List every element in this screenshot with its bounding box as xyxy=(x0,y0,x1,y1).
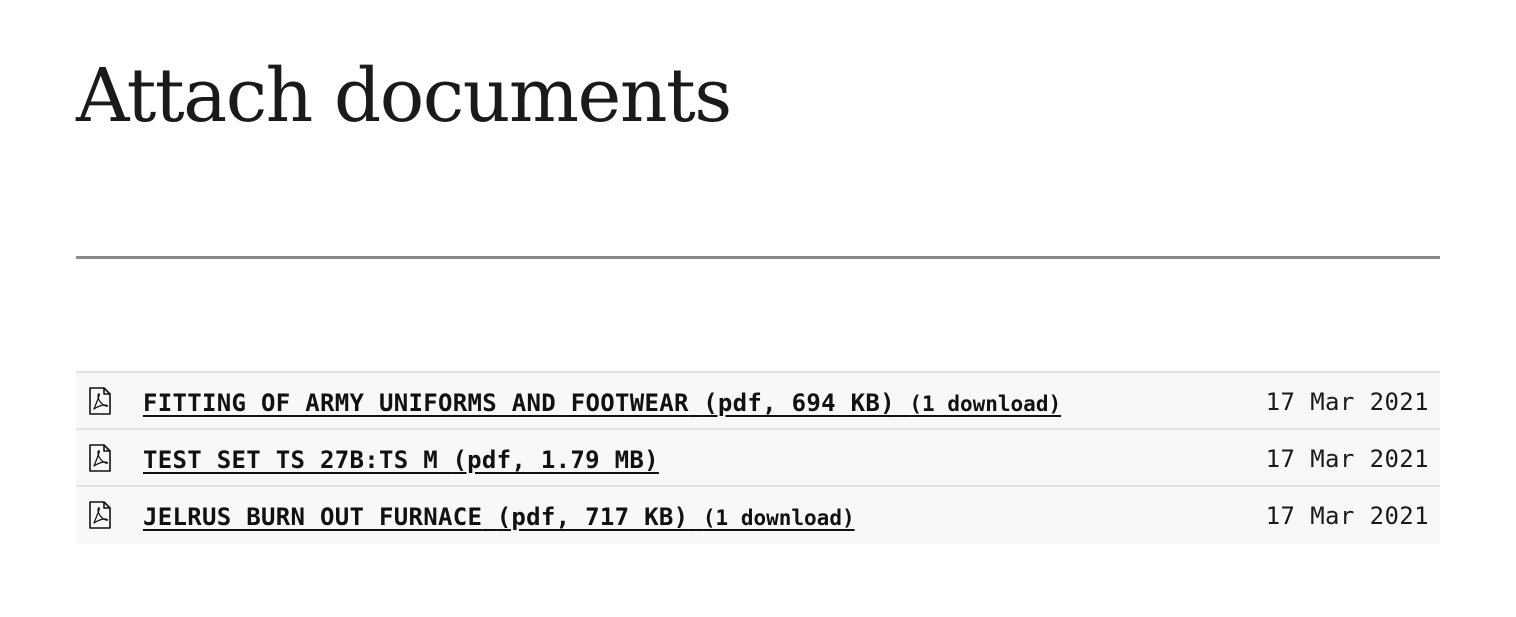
document-link[interactable]: TEST SET TS 27B:TS M (pdf, 1.79 MB) xyxy=(143,445,659,475)
document-meta: (pdf, 694 KB) xyxy=(703,389,895,417)
document-row: JELRUS BURN OUT FURNACE (pdf, 717 KB) (1… xyxy=(76,487,1440,544)
pdf-file-icon xyxy=(88,387,112,415)
pdf-file-icon xyxy=(88,501,112,529)
attach-documents-page: Attach documents FITTING OF ARMY UNIFORM… xyxy=(0,0,1516,617)
document-row: FITTING OF ARMY UNIFORMS AND FOOTWEAR (p… xyxy=(76,373,1440,430)
document-name: TEST SET TS 27B:TS M xyxy=(143,446,438,474)
page-title: Attach documents xyxy=(76,53,732,139)
document-name: JELRUS BURN OUT FURNACE xyxy=(143,503,483,531)
document-date: 17 Mar 2021 xyxy=(1265,502,1429,530)
document-link[interactable]: FITTING OF ARMY UNIFORMS AND FOOTWEAR (p… xyxy=(143,388,1061,419)
document-date: 17 Mar 2021 xyxy=(1265,445,1429,473)
document-name: FITTING OF ARMY UNIFORMS AND FOOTWEAR xyxy=(143,389,689,417)
section-divider xyxy=(76,256,1440,259)
document-meta: (pdf, 1.79 MB) xyxy=(452,446,659,474)
document-link[interactable]: JELRUS BURN OUT FURNACE (pdf, 717 KB) (1… xyxy=(143,502,855,533)
download-count: (1 download) xyxy=(702,506,855,530)
document-date: 17 Mar 2021 xyxy=(1265,388,1429,416)
download-count: (1 download) xyxy=(909,392,1062,416)
document-list: FITTING OF ARMY UNIFORMS AND FOOTWEAR (p… xyxy=(76,371,1440,544)
document-meta: (pdf, 717 KB) xyxy=(496,503,689,531)
document-row: TEST SET TS 27B:TS M (pdf, 1.79 MB) 17 M… xyxy=(76,430,1440,487)
pdf-file-icon xyxy=(88,444,112,472)
